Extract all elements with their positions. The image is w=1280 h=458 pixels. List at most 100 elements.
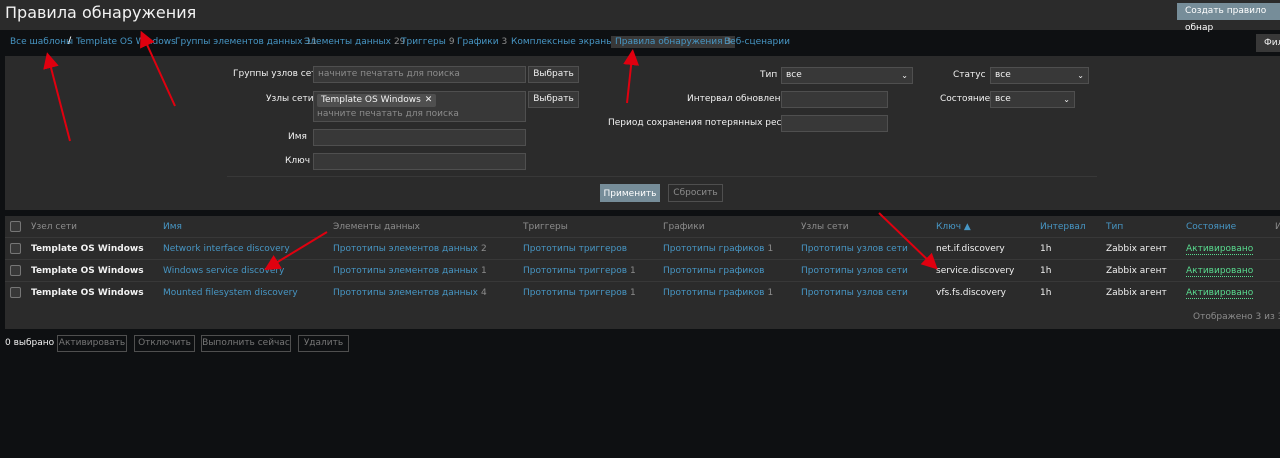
header-info: И: [1275, 222, 1280, 232]
hosts-multiselect[interactable]: Template OS Windows ✕ начните печатать дл…: [313, 91, 526, 122]
interval-input[interactable]: [781, 91, 888, 108]
header-state[interactable]: Состояние: [1186, 222, 1236, 232]
row-items-link[interactable]: Прототипы элементов данных 1: [333, 266, 487, 276]
tab-triggers[interactable]: Триггеры 9: [401, 37, 455, 47]
pagination-info: Отображено 3 из 3 най: [1193, 312, 1280, 322]
delete-button[interactable]: Удалить: [298, 335, 349, 352]
template-nav: Все шаблоны / Template OS Windows Группы…: [0, 33, 1280, 53]
tab-web-scenarios[interactable]: Веб-сценарии: [724, 37, 790, 47]
tab-item-groups[interactable]: Группы элементов данных 11: [175, 37, 317, 47]
header-hosts: Узлы сети: [801, 222, 849, 232]
key-input[interactable]: [313, 153, 526, 170]
row-host: Template OS Windows: [31, 288, 144, 298]
keep-lost-input[interactable]: [781, 115, 888, 132]
hosts-select-button[interactable]: Выбрать: [528, 91, 579, 108]
interval-label: Интервал обновления: [687, 94, 792, 104]
row-status-link[interactable]: Активировано: [1186, 266, 1254, 277]
row-hosts-link[interactable]: Прототипы узлов сети: [801, 266, 908, 276]
key-label: Ключ: [285, 156, 311, 166]
host-groups-input[interactable]: начните печатать для поиска: [313, 66, 526, 83]
row-type: Zabbix агент: [1106, 288, 1167, 298]
row-hosts-link[interactable]: Прототипы узлов сети: [801, 288, 908, 298]
tab-graphs[interactable]: Графики 3: [457, 37, 507, 47]
deactivate-button[interactable]: Отключить: [134, 335, 195, 352]
state-select[interactable]: все ⌄: [990, 91, 1075, 108]
mass-actions: 0 выбрано Активировать Отключить Выполни…: [0, 334, 1280, 354]
row-interval: 1h: [1040, 266, 1052, 276]
state-label: Состояние: [940, 94, 991, 104]
row-triggers-link[interactable]: Прототипы триггеров 1: [523, 266, 636, 276]
row-status-link[interactable]: Активировано: [1186, 244, 1254, 255]
breadcrumb-all-templates[interactable]: Все шаблоны: [10, 37, 73, 47]
breadcrumb-template[interactable]: Template OS Windows: [76, 37, 176, 47]
host-groups-select-button[interactable]: Выбрать: [528, 66, 579, 83]
name-input[interactable]: [313, 129, 526, 146]
chevron-down-icon: ⌄: [1077, 71, 1084, 80]
header-host: Узел сети: [31, 222, 77, 232]
chevron-down-icon: ⌄: [901, 71, 908, 80]
header-name[interactable]: Имя: [163, 222, 182, 232]
hosts-label: Узлы сети: [266, 94, 314, 104]
row-key: net.if.discovery: [936, 244, 1005, 254]
status-select[interactable]: все ⌄: [990, 67, 1089, 84]
tab-discovery-rules[interactable]: Правила обнаружения 3: [611, 36, 736, 48]
discovery-rules-table: Узел сети Имя Элементы данных Триггеры Г…: [5, 216, 1280, 329]
header-graphs: Графики: [663, 222, 705, 232]
tab-screens[interactable]: Комплексные экраны1: [511, 37, 622, 47]
row-type: Zabbix агент: [1106, 266, 1167, 276]
apply-button[interactable]: Применить: [600, 184, 660, 202]
row-hosts-link[interactable]: Прототипы узлов сети: [801, 244, 908, 254]
host-tag: Template OS Windows ✕: [317, 94, 437, 107]
row-status-link[interactable]: Активировано: [1186, 288, 1254, 299]
breadcrumb-separator: /: [68, 36, 72, 46]
filter-tab[interactable]: Фил: [1256, 34, 1280, 52]
type-select[interactable]: все ⌄: [781, 67, 913, 84]
row-graphs-link[interactable]: Прототипы графиков: [663, 266, 767, 276]
table-row: Template OS Windows Network interface di…: [5, 237, 1280, 259]
create-discovery-rule-button[interactable]: Создать правило обнар: [1177, 3, 1280, 33]
row-type: Zabbix агент: [1106, 244, 1167, 254]
filter-panel: Группы узлов сети начните печатать для п…: [5, 56, 1280, 210]
header-items: Элементы данных: [333, 222, 420, 232]
row-checkbox[interactable]: [10, 265, 21, 276]
activate-button[interactable]: Активировать: [57, 335, 127, 352]
row-interval: 1h: [1040, 244, 1052, 254]
host-groups-label: Группы узлов сети: [233, 69, 323, 79]
row-name-link[interactable]: Mounted filesystem discovery: [163, 288, 298, 298]
hosts-placeholder: начните печатать для поиска: [317, 109, 459, 119]
keep-lost-label: Период сохранения потерянных ресурсов: [608, 118, 809, 128]
row-interval: 1h: [1040, 288, 1052, 298]
row-triggers-link[interactable]: Прототипы триггеров 1: [523, 288, 636, 298]
page-title: Правила обнаружения: [5, 3, 197, 22]
table-row: Template OS Windows Windows service disc…: [5, 259, 1280, 281]
header-key[interactable]: Ключ ▲: [936, 222, 971, 232]
header-type[interactable]: Тип: [1106, 222, 1123, 232]
chevron-down-icon: ⌄: [1063, 95, 1070, 104]
row-triggers-link[interactable]: Прототипы триггеров: [523, 244, 630, 254]
row-graphs-link[interactable]: Прототипы графиков 1: [663, 244, 773, 254]
row-graphs-link[interactable]: Прототипы графиков 1: [663, 288, 773, 298]
tab-items[interactable]: Элементы данных 29: [304, 37, 405, 47]
table-row: Template OS Windows Mounted filesystem d…: [5, 281, 1280, 303]
row-name-link[interactable]: Windows service discovery: [163, 266, 284, 276]
row-items-link[interactable]: Прототипы элементов данных 4: [333, 288, 487, 298]
reset-button[interactable]: Сбросить: [668, 184, 723, 202]
row-name-link[interactable]: Network interface discovery: [163, 244, 290, 254]
execute-now-button[interactable]: Выполнить сейчас: [201, 335, 291, 352]
filter-divider: [227, 176, 1097, 177]
header-triggers: Триггеры: [523, 222, 568, 232]
type-label: Тип: [760, 70, 778, 80]
row-key: vfs.fs.discovery: [936, 288, 1007, 298]
remove-tag-icon[interactable]: ✕: [425, 95, 433, 105]
select-all-checkbox[interactable]: [10, 221, 21, 232]
header-interval[interactable]: Интервал: [1040, 222, 1086, 232]
row-checkbox[interactable]: [10, 287, 21, 298]
page-header: Правила обнаружения Создать правило обна…: [0, 0, 1280, 33]
row-key: service.discovery: [936, 266, 1015, 276]
selected-count: 0 выбрано: [5, 338, 55, 348]
status-label: Статус: [953, 70, 986, 80]
name-label: Имя: [288, 132, 307, 142]
row-host: Template OS Windows: [31, 266, 144, 276]
row-checkbox[interactable]: [10, 243, 21, 254]
row-items-link[interactable]: Прототипы элементов данных 2: [333, 244, 487, 254]
